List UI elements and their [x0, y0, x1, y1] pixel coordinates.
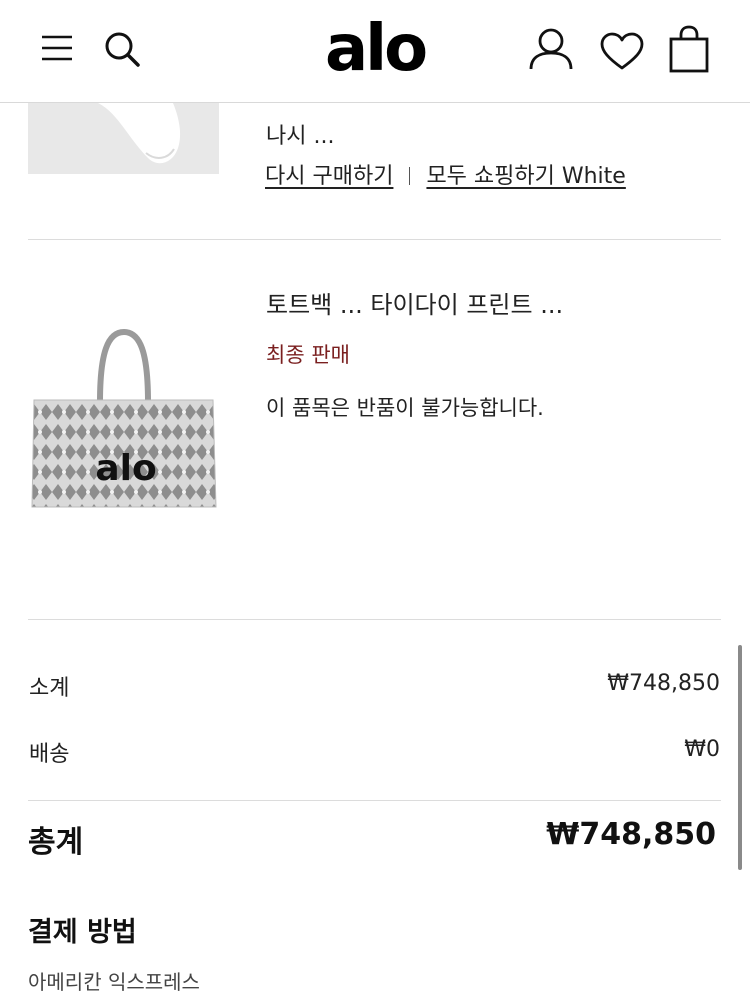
site-header: alo: [0, 0, 750, 103]
item-name: 나시 ...: [266, 124, 335, 149]
final-sale-label: 최종 판매: [266, 343, 350, 367]
white-garment-image: [28, 103, 219, 174]
total-value: ₩748,850: [546, 817, 716, 852]
menu-icon[interactable]: [40, 33, 74, 63]
return-policy-note: 이 품목은 반품이 불가능합니다.: [266, 396, 544, 420]
brand-logo[interactable]: alo: [320, 4, 430, 94]
wishlist-icon[interactable]: [600, 32, 644, 70]
tote-bag-image: alo: [31, 328, 217, 508]
buy-again-link[interactable]: 다시 구매하기: [265, 164, 393, 189]
link-separator: [409, 167, 411, 185]
subtotal-label: 소계: [29, 676, 70, 701]
payment-method-title: 결제 방법: [28, 917, 137, 948]
total-label: 총계: [28, 825, 84, 860]
shop-all-link[interactable]: 모두 쇼핑하기 White: [426, 164, 625, 189]
total-divider: [28, 800, 721, 801]
scrollbar[interactable]: [738, 645, 742, 870]
account-icon[interactable]: [528, 27, 574, 71]
product-image-top[interactable]: [28, 103, 219, 174]
bag-icon[interactable]: [669, 25, 709, 73]
item-name: 토트백 ... 타이다이 프린트 ...: [266, 291, 564, 319]
shipping-label: 배송: [29, 742, 70, 767]
item-divider: [28, 239, 721, 240]
payment-method-name: 아메리칸 익스프레스: [28, 970, 200, 994]
subtotal-value: ₩748,850: [607, 671, 720, 696]
summary-divider: [28, 619, 721, 620]
item-actions: 다시 구매하기 모두 쇼핑하기 White: [265, 158, 626, 190]
search-icon[interactable]: [103, 30, 141, 68]
product-image-bag[interactable]: alo: [28, 322, 219, 520]
bag-logo: alo: [95, 448, 156, 489]
shipping-value: ₩0: [684, 737, 720, 762]
